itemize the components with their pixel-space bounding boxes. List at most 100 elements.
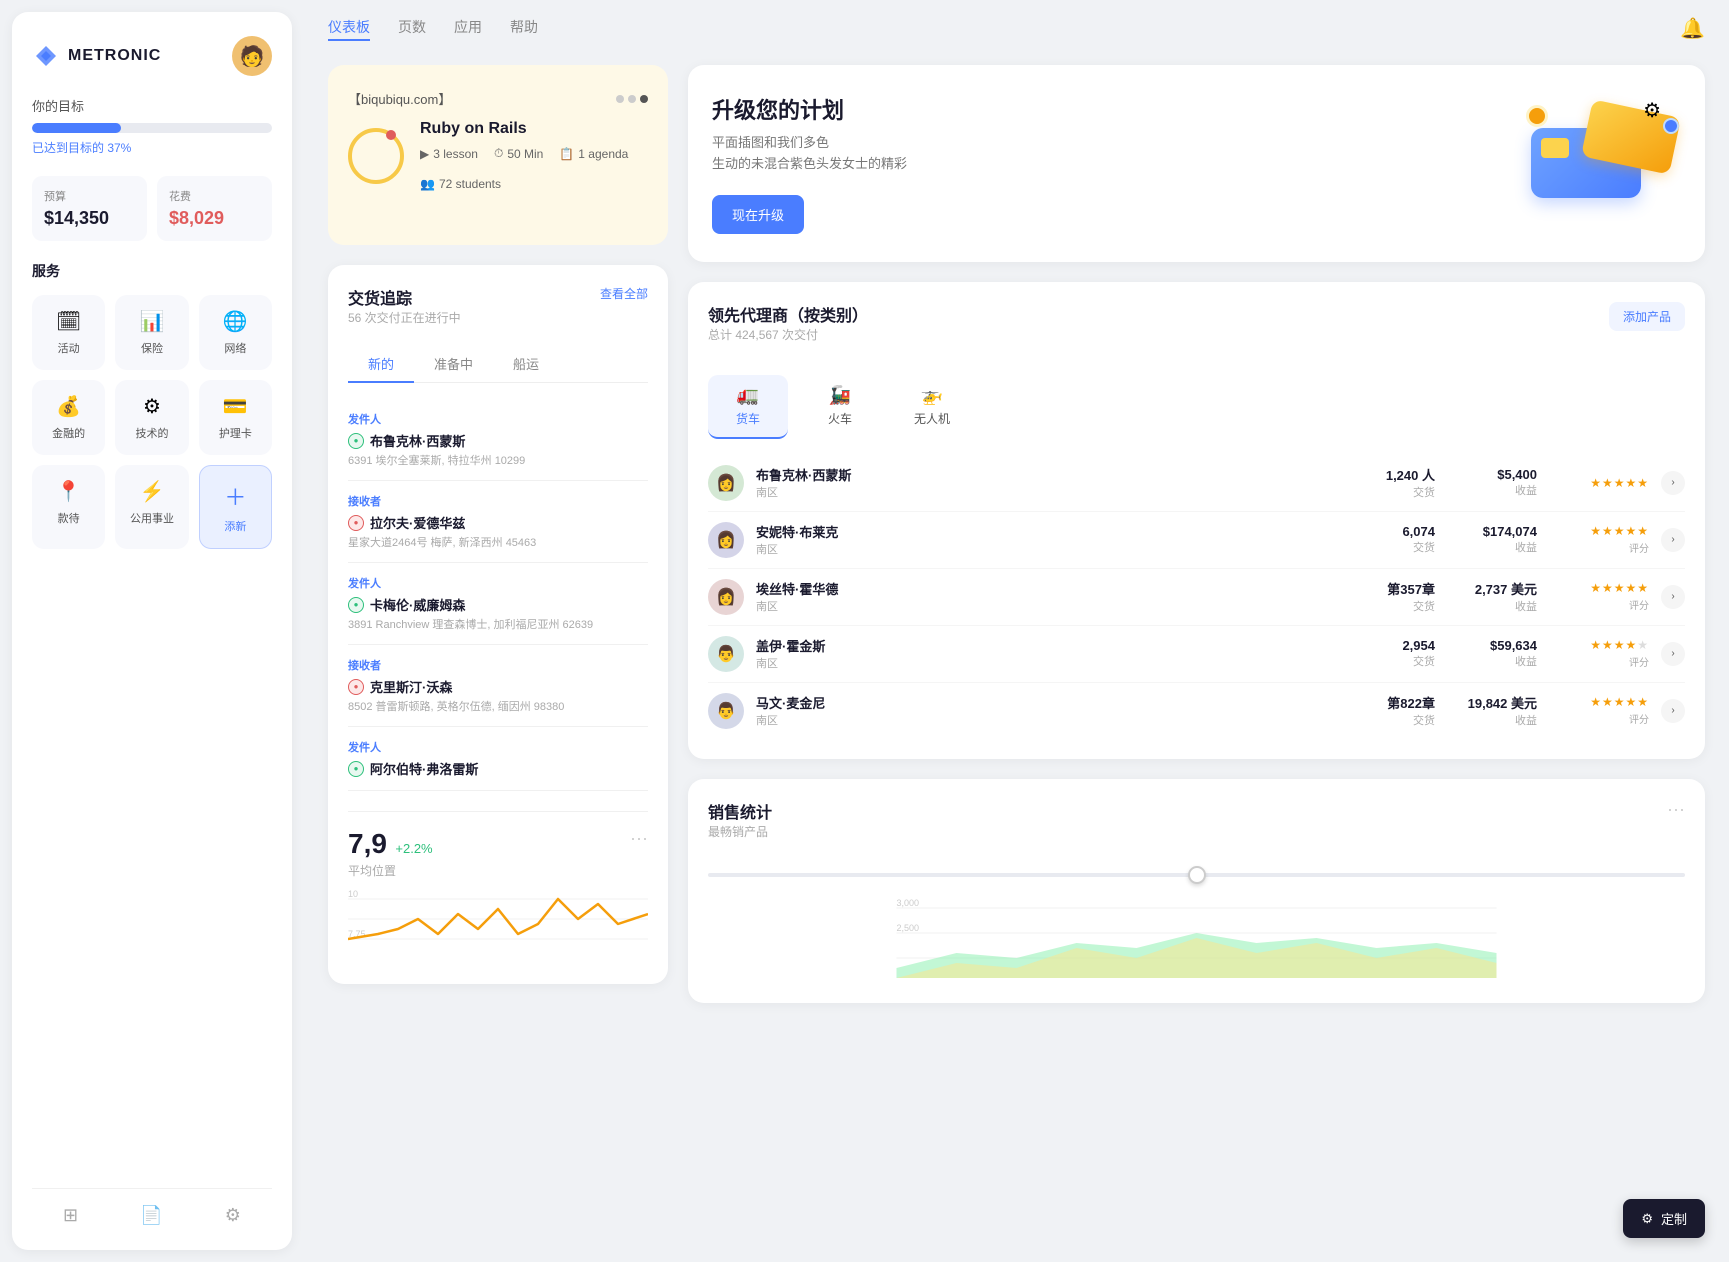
- network-icon: 🌐: [223, 309, 248, 334]
- course-url: 【biqubiqu.com】: [348, 89, 451, 108]
- add-product-button[interactable]: 添加产品: [1609, 302, 1685, 331]
- nav-pages[interactable]: 页数: [398, 17, 426, 41]
- location-dot-3: ●: [348, 597, 364, 613]
- agent-stat-2: 6,074 交货: [1355, 524, 1435, 555]
- insurance-icon: 📊: [140, 309, 165, 334]
- lessons-icon: ▶: [420, 147, 429, 161]
- logo-icon: [32, 42, 60, 70]
- agent-row-5: 👨 马文·麦金尼 南区 第822章 交货 19,842 美元 收益 ★★★★: [708, 683, 1685, 739]
- service-tech-label: 技术的: [135, 425, 168, 441]
- agent-rev-5: 19,842 美元: [1447, 693, 1537, 712]
- agent-arrow-3[interactable]: ›: [1661, 585, 1685, 609]
- agent-tab-train[interactable]: 🚂 火车: [800, 375, 880, 439]
- agent-money-3: 2,737 美元 收益: [1447, 579, 1537, 614]
- upgrade-card: 升级您的计划 平面插图和我们多色 生动的未混合紫色头发女士的精彩 现在升级: [688, 65, 1705, 262]
- nav-apps[interactable]: 应用: [454, 17, 482, 41]
- service-tech[interactable]: ⚙ 技术的: [115, 380, 188, 455]
- service-insurance[interactable]: 📊 保险: [115, 295, 188, 370]
- agent-arrow-4[interactable]: ›: [1661, 642, 1685, 666]
- layers-icon[interactable]: ⊞: [63, 1205, 78, 1226]
- shipment-name-1: ● 布鲁克林·西蒙斯: [348, 431, 648, 450]
- agent-name-4: 盖伊·霍金斯: [756, 636, 1343, 655]
- chip: [1541, 138, 1569, 158]
- agent-arrow-1[interactable]: ›: [1661, 471, 1685, 495]
- settings-icon[interactable]: ⚙: [225, 1205, 241, 1226]
- tab-shipping[interactable]: 船运: [493, 346, 559, 383]
- range-slider[interactable]: [708, 873, 1685, 877]
- goal-section: 你的目标 已达到目标的 37%: [32, 96, 272, 156]
- service-carecard-label: 护理卡: [219, 425, 252, 441]
- agent-tab-drone[interactable]: 🚁 无人机: [892, 375, 972, 439]
- nav-links: 仪表板 页数 应用 帮助: [328, 17, 538, 41]
- agent-trans-4: 2,954: [1355, 638, 1435, 653]
- agent-name-1: 布鲁克林·西蒙斯: [756, 465, 1343, 484]
- carecard-icon: 💳: [223, 394, 248, 419]
- agent-stat-3: 第357章 交货: [1355, 579, 1435, 614]
- notification-icon[interactable]: 🔔: [1680, 16, 1705, 41]
- budget-value: $14,350: [44, 208, 135, 229]
- expense-value: $8,029: [169, 208, 260, 229]
- agent-stars-3: ★★★★★ 评分: [1549, 581, 1649, 612]
- upgrade-button[interactable]: 现在升级: [712, 195, 804, 234]
- upgrade-desc: 平面插图和我们多色 生动的未混合紫色头发女士的精彩: [712, 133, 907, 175]
- agent-tabs: 🚛 货车 🚂 火车 🚁 无人机: [708, 375, 1685, 439]
- sales-card: 销售统计 最畅销产品 ··· 3,000 2,500: [688, 779, 1705, 1003]
- service-activity[interactable]: 🗓 活动: [32, 295, 105, 370]
- agent-trans-label-3: 交货: [1355, 598, 1435, 614]
- agent-money-2: $174,074 收益: [1447, 524, 1537, 555]
- tracking-view-all[interactable]: 查看全部: [600, 285, 648, 302]
- activity-icon: 🗓: [56, 309, 81, 334]
- tab-new[interactable]: 新的: [348, 346, 414, 383]
- avatar[interactable]: 🧑: [232, 36, 272, 76]
- agent-rev-4: $59,634: [1447, 638, 1537, 653]
- rating-label-5: 评分: [1629, 711, 1649, 726]
- agent-info-4: 盖伊·霍金斯 南区: [756, 636, 1343, 671]
- agent-tab-truck[interactable]: 🚛 货车: [708, 375, 788, 439]
- agent-info-2: 安妮特·布莱克 南区: [756, 522, 1343, 557]
- topnav: 仪表板 页数 应用 帮助 🔔: [304, 0, 1729, 57]
- agent-arrow-5[interactable]: ›: [1661, 699, 1685, 723]
- nav-help[interactable]: 帮助: [510, 17, 538, 41]
- agent-info-5: 马文·麦金尼 南区: [756, 693, 1343, 728]
- shipment-name-5: ● 阿尔伯特·弗洛雷斯: [348, 759, 648, 778]
- mini-stats: 7,9 +2.2% 平均位置 ··· 10 7.75: [348, 811, 648, 964]
- svg-text:3,000: 3,000: [897, 898, 920, 908]
- tab-preparing[interactable]: 准备中: [414, 346, 493, 383]
- agent-avatar-2: 👩: [708, 522, 744, 558]
- file-icon[interactable]: 📄: [140, 1205, 162, 1226]
- shipment-role-3: 发件人: [348, 575, 648, 591]
- agent-stat-4: 2,954 交货: [1355, 638, 1435, 669]
- nav-dashboard[interactable]: 仪表板: [328, 17, 370, 41]
- service-insurance-label: 保险: [141, 340, 163, 356]
- services-label: 服务: [32, 261, 272, 281]
- service-add[interactable]: ＋ 添新: [199, 465, 272, 549]
- tech-icon: ⚙: [143, 394, 161, 419]
- sidebar: METRONIC 🧑 你的目标 已达到目标的 37% 预算 $14,350 花费…: [12, 12, 292, 1250]
- service-utility[interactable]: ⚡ 公用事业: [115, 465, 188, 549]
- sales-more-icon[interactable]: ···: [1667, 799, 1685, 820]
- service-care-card[interactable]: 💳 护理卡: [199, 380, 272, 455]
- stars-4: ★★★★★: [1590, 638, 1649, 652]
- course-title: Ruby on Rails: [420, 120, 648, 138]
- budget-row: 预算 $14,350 花费 $8,029: [32, 176, 272, 241]
- agent-row-3: 👩 埃丝特·霍华德 南区 第357章 交货 2,737 美元 收益 ★★★★: [708, 569, 1685, 626]
- service-finance[interactable]: 💰 金融的: [32, 380, 105, 455]
- range-slider-container: [708, 864, 1685, 882]
- service-hospitality[interactable]: 📍 款待: [32, 465, 105, 549]
- truck-label: 货车: [736, 410, 760, 427]
- agent-trans-1: 1,240 人: [1355, 465, 1435, 484]
- agent-arrow-2[interactable]: ›: [1661, 528, 1685, 552]
- course-url-row: 【biqubiqu.com】: [348, 89, 648, 108]
- stars-5: ★★★★★: [1590, 695, 1649, 709]
- stats-more-icon[interactable]: ···: [630, 828, 648, 849]
- customize-button[interactable]: ⚙ 定制: [1623, 1199, 1705, 1238]
- app-name: METRONIC: [68, 47, 161, 65]
- agent-region-5: 南区: [756, 712, 1343, 728]
- sales-subtitle: 最畅销产品: [708, 823, 772, 840]
- service-network[interactable]: 🌐 网络: [199, 295, 272, 370]
- shipment-3: 发件人 ● 卡梅伦·威廉姆森 3891 Ranchview 理查森博士, 加利福…: [348, 563, 648, 645]
- agent-trans-label-1: 交货: [1355, 484, 1435, 500]
- agent-stars-1: ★★★★★: [1549, 476, 1649, 490]
- expense-card: 花费 $8,029: [157, 176, 272, 241]
- stars-1: ★★★★★: [1590, 476, 1649, 490]
